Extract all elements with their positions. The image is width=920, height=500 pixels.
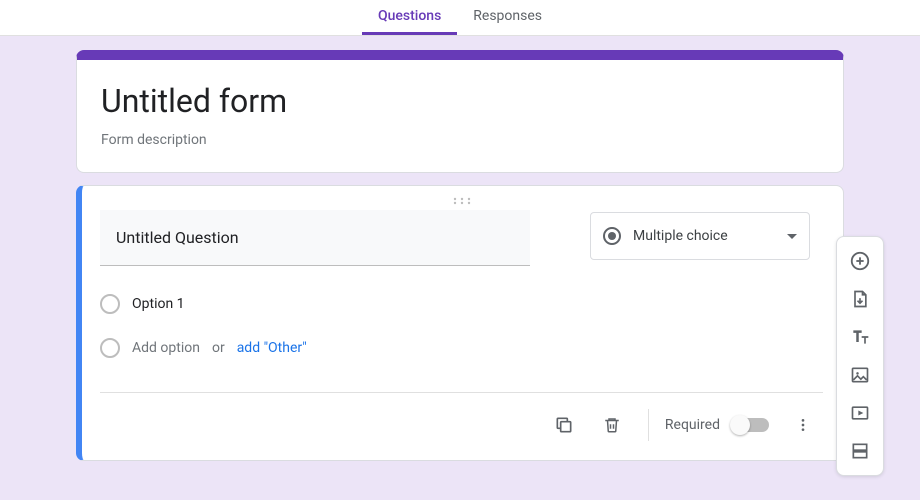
duplicate-button[interactable]: [544, 405, 584, 445]
question-footer: Required: [100, 392, 823, 456]
question-title-input[interactable]: [100, 210, 530, 266]
question-card: Multiple choice Option 1 Add option or a…: [76, 185, 844, 461]
tab-questions[interactable]: Questions: [362, 8, 457, 35]
radio-unchecked-icon: [100, 338, 120, 358]
drag-handle-icon[interactable]: [100, 192, 823, 210]
or-text: or: [212, 340, 225, 356]
add-section-button[interactable]: [842, 433, 878, 469]
option-row: Option 1: [100, 284, 823, 324]
caret-down-icon: [787, 234, 797, 239]
radio-unchecked-icon: [100, 294, 120, 314]
required-label: Required: [665, 417, 720, 433]
radio-icon: [603, 227, 621, 245]
add-question-button[interactable]: [842, 243, 878, 279]
more-options-button[interactable]: [783, 405, 823, 445]
form-header-card: Untitled form Form description: [76, 50, 844, 173]
add-option-button[interactable]: Add option: [132, 340, 200, 356]
tabs-bar: Questions Responses: [0, 0, 920, 36]
form-description[interactable]: Form description: [101, 132, 819, 148]
canvas: Untitled form Form description Multiple …: [0, 36, 920, 500]
add-title-button[interactable]: [842, 319, 878, 355]
add-other-button[interactable]: add "Other": [237, 340, 307, 356]
required-toggle[interactable]: [732, 418, 769, 432]
form-title[interactable]: Untitled form: [101, 82, 819, 120]
import-questions-button[interactable]: [842, 281, 878, 317]
add-option-row: Add option or add "Other": [100, 328, 823, 368]
add-video-button[interactable]: [842, 395, 878, 431]
divider: [648, 409, 649, 441]
side-toolbar: [836, 236, 884, 476]
question-type-label: Multiple choice: [633, 228, 775, 244]
option-label[interactable]: Option 1: [132, 296, 185, 312]
tab-responses[interactable]: Responses: [457, 8, 558, 35]
add-image-button[interactable]: [842, 357, 878, 393]
question-type-select[interactable]: Multiple choice: [590, 212, 810, 260]
delete-button[interactable]: [592, 405, 632, 445]
